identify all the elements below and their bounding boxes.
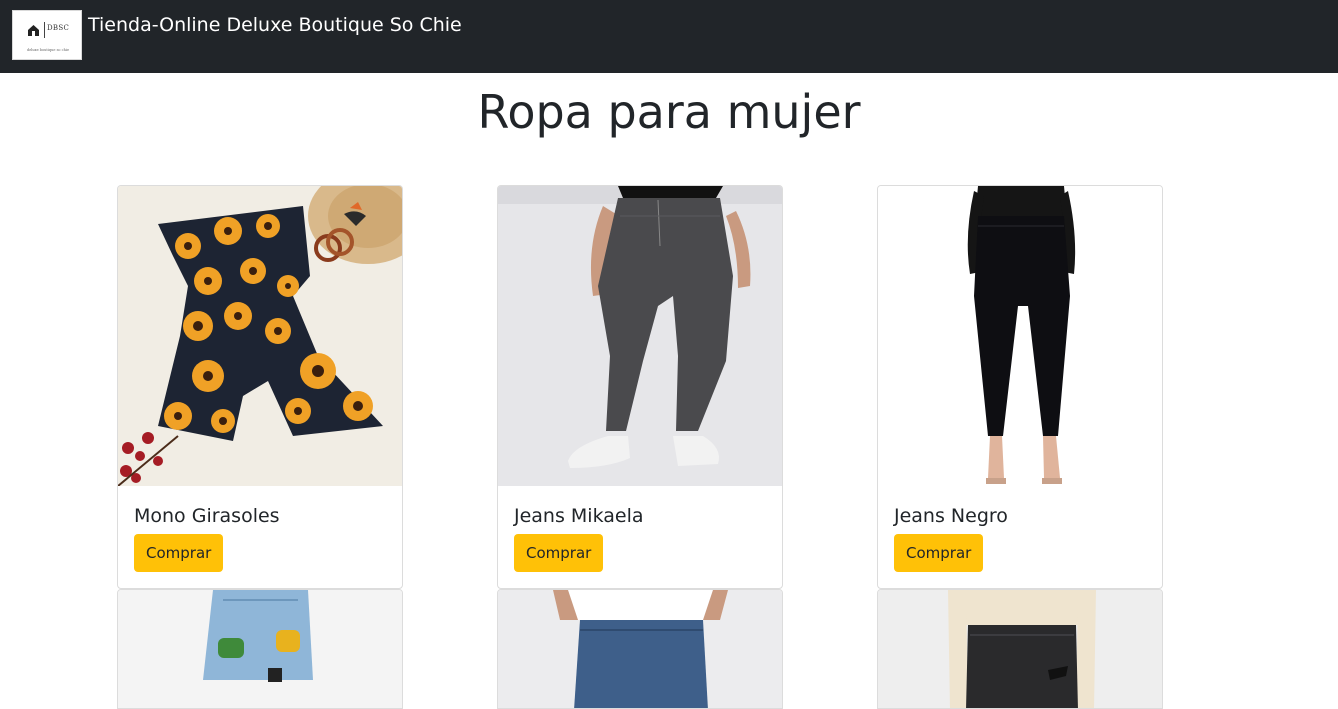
product-name: Mono Girasoles	[134, 505, 280, 527]
brand-logo[interactable]: DBSC deluxe boutique so chie	[12, 10, 82, 60]
buy-button[interactable]: Comprar	[894, 534, 984, 572]
buy-button[interactable]: Comprar	[514, 534, 604, 572]
product-card: Mono Girasoles Comprar	[117, 185, 403, 589]
logo-abbr: DBSC	[47, 24, 70, 32]
product-card: Jeans Negro Comprar	[877, 185, 1163, 589]
product-image-black-ripped-jeans	[878, 590, 1162, 708]
product-card	[497, 589, 783, 709]
product-card	[117, 589, 403, 709]
product-card: Jeans Mikaela Comprar	[497, 185, 783, 589]
brand-title[interactable]: Tienda-Online Deluxe Boutique So Chie	[88, 13, 462, 37]
product-image-blue-jeans	[498, 590, 782, 708]
product-image-patched-shorts	[118, 590, 402, 708]
house-icon	[28, 25, 39, 36]
buy-button[interactable]: Comprar	[134, 534, 224, 572]
product-image-black-jeans	[878, 186, 1162, 486]
product-name: Jeans Mikaela	[514, 505, 644, 527]
logo-tagline: deluxe boutique so chie	[26, 48, 70, 52]
product-name: Jeans Negro	[894, 505, 1008, 527]
product-card	[877, 589, 1163, 709]
logo-divider	[44, 22, 45, 38]
product-image-grey-jeans	[498, 186, 782, 486]
page-title: Ropa para mujer	[477, 85, 861, 139]
product-image-sunflower-romper	[118, 186, 402, 486]
navbar: DBSC deluxe boutique so chie Tienda-Onli…	[0, 0, 1338, 73]
